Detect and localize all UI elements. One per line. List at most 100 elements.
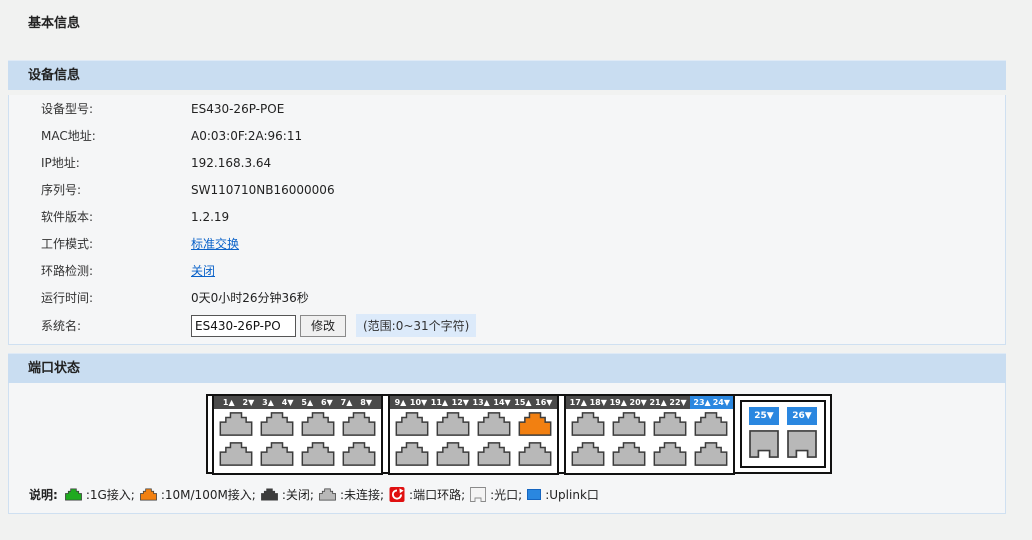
rj45-port-icon <box>260 412 294 436</box>
rj45-port-icon <box>260 442 294 466</box>
legend-label: :Uplink口 <box>545 486 599 503</box>
work-mode-link[interactable]: 标准交换 <box>191 237 239 251</box>
rj45-port-icon <box>653 412 687 436</box>
port-number-label: 8▼ <box>359 398 373 407</box>
port-jack-disconnected <box>342 412 376 439</box>
port-jack-disconnected <box>571 412 605 439</box>
system-name-input[interactable] <box>191 315 296 337</box>
rj45-port-icon <box>342 442 376 466</box>
port-jack-disconnected <box>694 412 728 439</box>
port-number-label: 18▼ <box>589 398 608 407</box>
rj45-legend-icon <box>261 488 278 501</box>
legend-label: :光口; <box>490 486 522 503</box>
port-row <box>219 412 376 439</box>
port-row <box>219 442 376 469</box>
uplink-port-labels: 23▲24▼ <box>690 396 733 409</box>
port-number-label: 19▲ <box>609 398 628 407</box>
port-number-label: 13▲ <box>472 398 491 407</box>
port-group-1: 1▲2▼3▲4▼5▲6▼7▲8▼ <box>212 394 383 475</box>
rj45-port-icon <box>694 412 728 436</box>
legend-item: :光口; <box>470 486 522 503</box>
port-group-header: 17▲18▼19▲20▼21▲22▼23▲24▼ <box>566 396 733 409</box>
port-jack-disconnected <box>477 442 511 469</box>
legend-item: :端口环路; <box>389 486 465 503</box>
rj45-port-icon <box>395 412 429 436</box>
rj45-port-icon <box>571 442 605 466</box>
rj45-port-icon <box>477 412 511 436</box>
port-number-label: 22▼ <box>668 398 687 407</box>
rj45-port-icon <box>219 412 253 436</box>
device-info-panel: 设备信息 设备型号: ES430-26P-POE MAC地址: A0:03:0F… <box>8 60 1006 345</box>
device-model-value: ES430-26P-POE <box>191 102 284 116</box>
modify-button[interactable]: 修改 <box>300 315 346 337</box>
loop-detect-link[interactable]: 关闭 <box>191 264 215 278</box>
row-label: 软件版本: <box>41 208 191 225</box>
port-jack-disconnected <box>301 412 335 439</box>
port-jack-disconnected <box>219 442 253 469</box>
rj45-port-icon <box>65 488 82 501</box>
rj45-port-icon <box>219 442 253 466</box>
fiber-port-icon <box>787 430 817 458</box>
port-group-2: 9▲10▼11▲12▼13▲14▼15▲16▼ <box>388 394 559 475</box>
row-label: 系统名: <box>41 317 191 334</box>
rj45-port-icon <box>612 442 646 466</box>
row-label: 工作模式: <box>41 235 191 252</box>
fiber-port-disconnected <box>749 430 779 461</box>
port-number-label: 16▼ <box>534 398 553 407</box>
rj45-port-icon <box>571 412 605 436</box>
rj45-port-icon <box>436 412 470 436</box>
sfp-port-column: 26▼ <box>787 407 817 461</box>
rj45-port-icon <box>342 412 376 436</box>
rj45-port-icon <box>301 442 335 466</box>
row-label: 设备型号: <box>41 100 191 117</box>
uplink-swatch-icon <box>527 489 541 500</box>
rj45-port-icon <box>518 412 552 436</box>
port-row <box>395 442 552 469</box>
port-group-header: 9▲10▼11▲12▼13▲14▼15▲16▼ <box>390 396 557 409</box>
port-jack-disconnected <box>260 412 294 439</box>
port-status-body: 1▲2▼3▲4▼5▲6▼7▲8▼9▲10▼11▲12▼13▲14▼15▲16▼1… <box>8 383 1006 514</box>
legend-item: :未连接; <box>319 486 384 503</box>
row-software-version: 软件版本: 1.2.19 <box>9 203 1005 230</box>
row-mac-address: MAC地址: A0:03:0F:2A:96:11 <box>9 122 1005 149</box>
port-jack-disconnected <box>477 412 511 439</box>
row-label: 序列号: <box>41 181 191 198</box>
row-label: MAC地址: <box>41 127 191 144</box>
uplink-legend-icon <box>527 489 541 500</box>
port-status-header: 端口状态 <box>8 353 1006 383</box>
port-labels: 17▲18▼19▲20▼21▲22▼ <box>566 396 690 409</box>
loop-legend-icon <box>389 487 405 502</box>
rj45-port-icon <box>612 412 646 436</box>
port-jack-disconnected <box>571 442 605 469</box>
row-serial-number: 序列号: SW110710NB16000006 <box>9 176 1005 203</box>
rj45-port-icon <box>436 442 470 466</box>
port-status-panel: 端口状态 1▲2▼3▲4▼5▲6▼7▲8▼9▲10▼11▲12▼13▲14▼15… <box>8 353 1006 514</box>
port-jack-disconnected <box>342 442 376 469</box>
port-group-header: 1▲2▼3▲4▼5▲6▼7▲8▼ <box>214 396 381 409</box>
port-number-label: 24▼ <box>712 398 731 407</box>
port-jack-disconnected <box>653 412 687 439</box>
uplink-port-chip: 25▼ <box>749 407 779 425</box>
port-diagram: 1▲2▼3▲4▼5▲6▼7▲8▼9▲10▼11▲12▼13▲14▼15▲16▼1… <box>206 394 832 474</box>
rj45-port-icon <box>694 442 728 466</box>
port-row <box>395 412 552 439</box>
rj45-legend-icon <box>65 488 82 501</box>
port-number-label: 2▼ <box>242 398 256 407</box>
port-row <box>571 442 728 469</box>
fiber-port-icon <box>749 430 779 458</box>
port-number-label: 11▲ <box>430 398 449 407</box>
port-jack-disconnected <box>395 442 429 469</box>
port-number-label: 6▼ <box>320 398 334 407</box>
port-jack-disconnected <box>653 442 687 469</box>
port-number-label: 4▼ <box>281 398 295 407</box>
legend-label: :1G接入; <box>86 486 135 503</box>
rj45-port-icon <box>395 442 429 466</box>
port-jack-disconnected <box>436 442 470 469</box>
rj45-legend-icon <box>319 488 336 501</box>
port-number-label: 5▲ <box>300 398 314 407</box>
row-label: 运行时间: <box>41 289 191 306</box>
serial-number-value: SW110710NB16000006 <box>191 183 335 197</box>
legend-label: :未连接; <box>340 486 384 503</box>
legend-item: :关闭; <box>261 486 314 503</box>
port-jack-disconnected <box>260 442 294 469</box>
